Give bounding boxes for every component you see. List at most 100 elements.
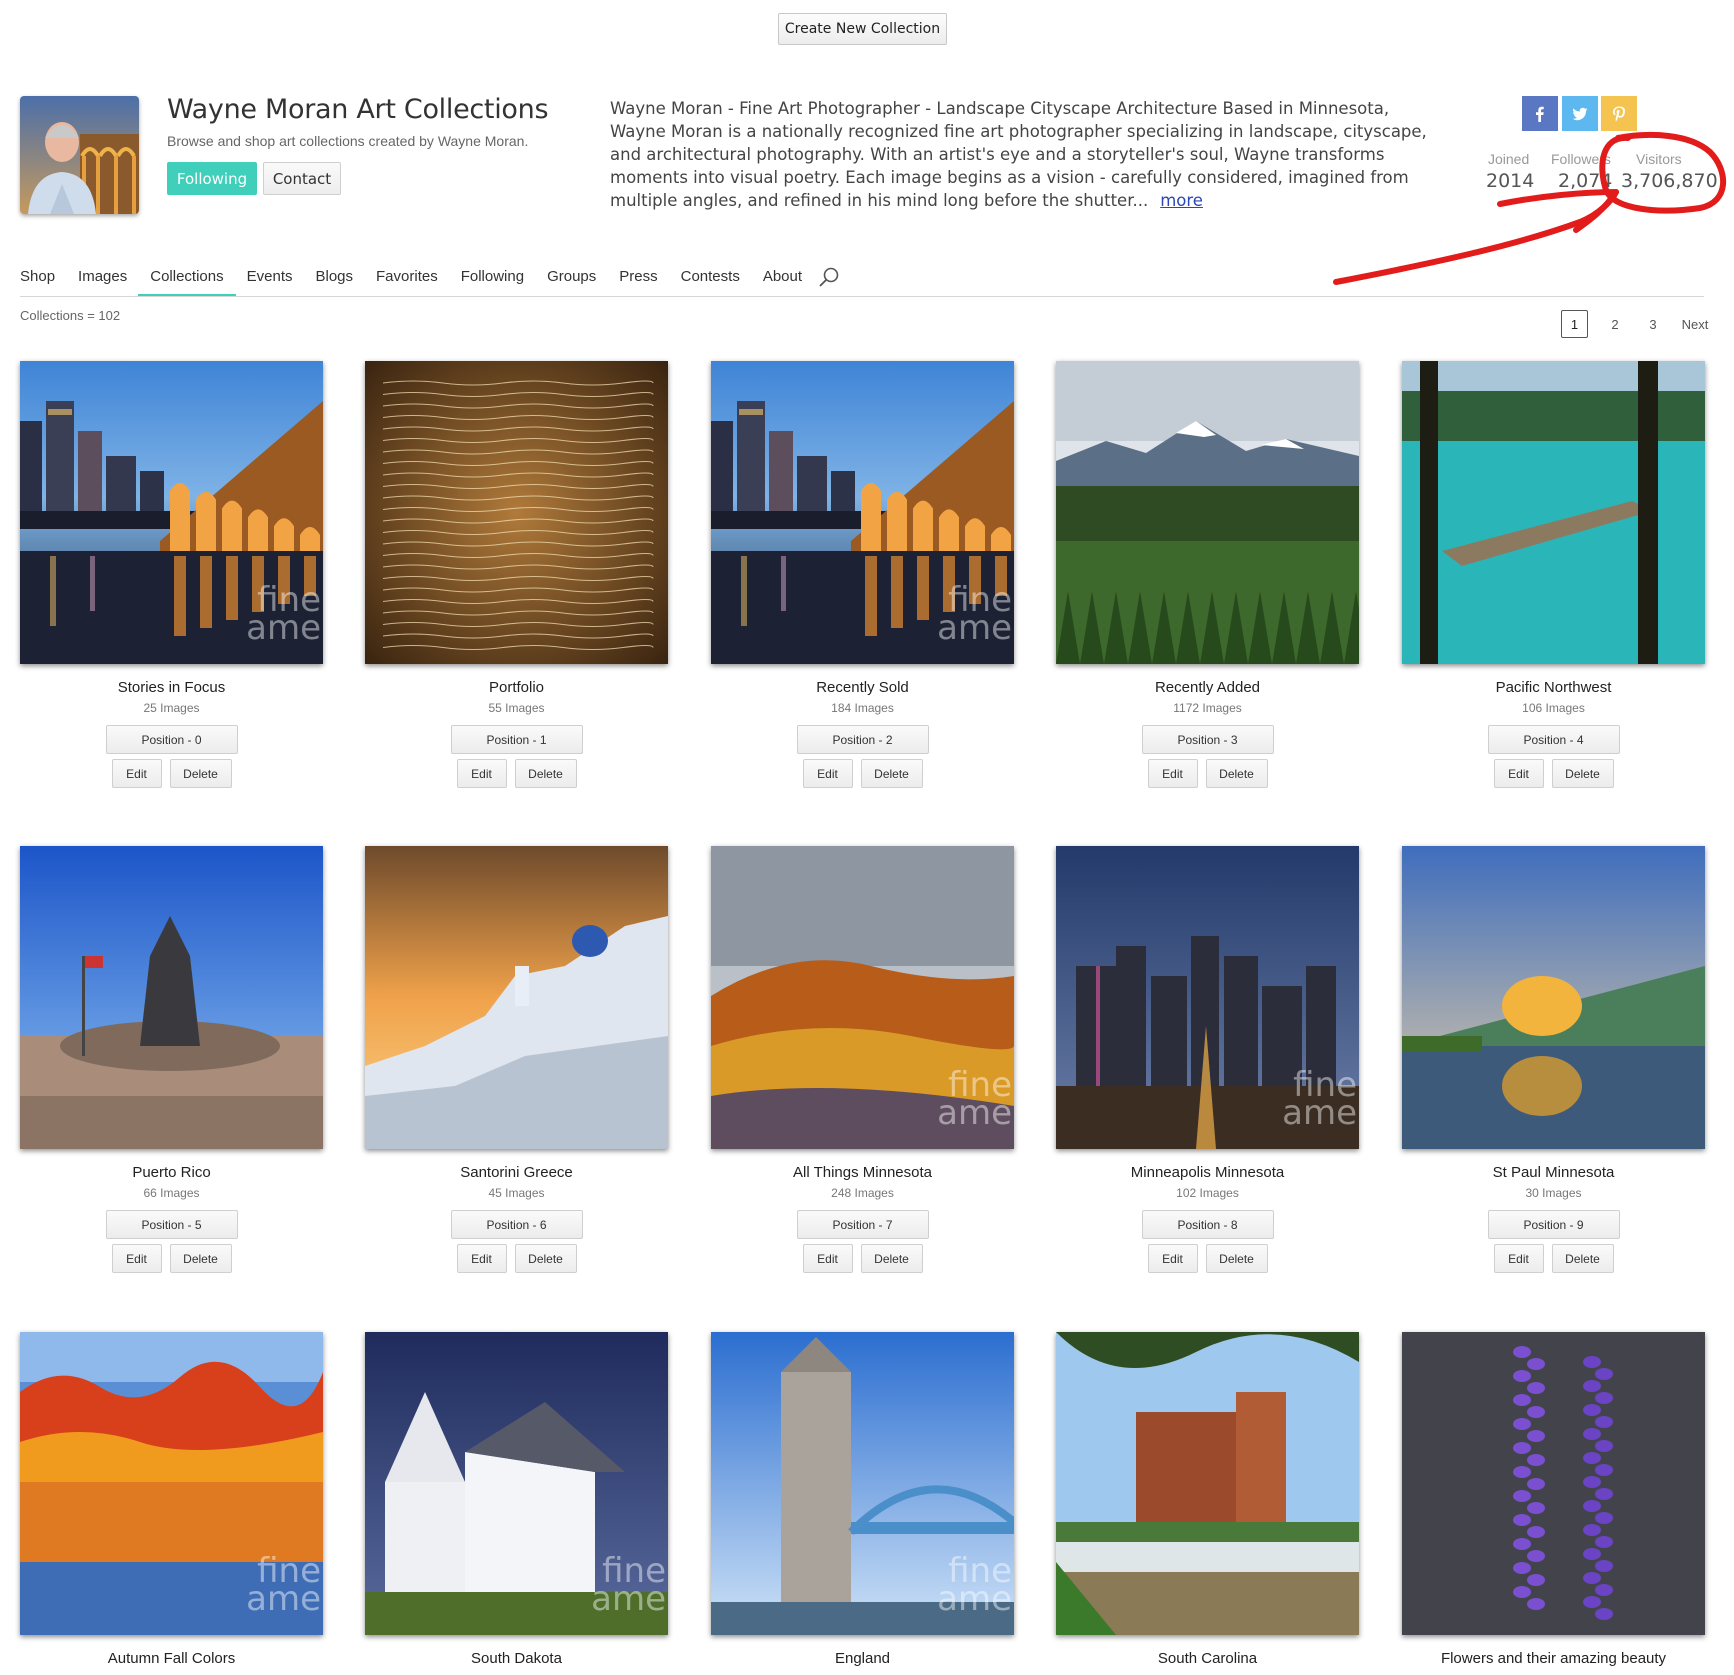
collection-thumbnail[interactable] [1056, 361, 1359, 664]
edit-button[interactable]: Edit [456, 1244, 507, 1273]
position-button[interactable]: Position - 3 [1141, 725, 1274, 754]
nav-item-press[interactable]: Press [619, 262, 657, 296]
collection-card: fine ame Recently Sold 184 Images Position -… [711, 361, 1014, 788]
position-button[interactable]: Position - 5 [105, 1210, 238, 1239]
collection-title[interactable]: Stories in Focus [20, 679, 323, 696]
collection-thumbnail[interactable] [1402, 361, 1705, 664]
collection-title[interactable]: Portfolio [365, 679, 668, 696]
delete-button[interactable]: Delete [514, 759, 577, 788]
collection-card: fine ame South Dakota [365, 1332, 668, 1667]
create-new-collection-button[interactable]: Create New Collection [778, 13, 947, 45]
position-button[interactable]: Position - 9 [1487, 1210, 1620, 1239]
page-3-link[interactable]: 3 [1643, 310, 1663, 338]
collection-card: South Carolina [1056, 1332, 1359, 1667]
edit-button[interactable]: Edit [111, 759, 162, 788]
delete-button[interactable]: Delete [1551, 1244, 1614, 1273]
delete-button[interactable]: Delete [860, 1244, 923, 1273]
edit-button[interactable]: Edit [802, 759, 853, 788]
collection-thumbnail[interactable] [365, 846, 668, 1149]
collection-thumbnail[interactable]: fine ame [711, 1332, 1014, 1635]
collection-title[interactable]: St Paul Minnesota [1402, 1164, 1705, 1181]
edit-button[interactable]: Edit [1147, 1244, 1198, 1273]
edit-button[interactable]: Edit [1493, 1244, 1544, 1273]
nav-item-groups[interactable]: Groups [547, 262, 596, 296]
position-button[interactable]: Position - 8 [1141, 1210, 1274, 1239]
nav-item-collections[interactable]: Collections [138, 262, 237, 297]
collection-title[interactable]: Pacific Northwest [1402, 679, 1705, 696]
next-page-link[interactable]: Next [1675, 310, 1715, 338]
position-button[interactable]: Position - 0 [105, 725, 238, 754]
page-1-link[interactable]: 1 [1561, 310, 1588, 338]
collection-image-count: 66 Images [143, 1186, 200, 1200]
collection-thumbnail[interactable] [1056, 1332, 1359, 1635]
delete-button[interactable]: Delete [169, 1244, 232, 1273]
position-button[interactable]: Position - 2 [796, 725, 929, 754]
followers-label[interactable]: Followers [1551, 151, 1611, 167]
position-button[interactable]: Position - 6 [450, 1210, 583, 1239]
collection-thumbnail[interactable]: fine ame [711, 846, 1014, 1149]
page-2-link[interactable]: 2 [1605, 310, 1625, 338]
delete-button[interactable]: Delete [1551, 759, 1614, 788]
collection-thumbnail[interactable] [365, 361, 668, 664]
position-button[interactable]: Position - 4 [1487, 725, 1620, 754]
collection-title[interactable]: Flowers and their amazing beauty [1402, 1650, 1705, 1667]
followers-value[interactable]: 2,074 [1558, 170, 1612, 192]
delete-button[interactable]: Delete [860, 759, 923, 788]
nav-item-blogs[interactable]: Blogs [315, 262, 353, 296]
collection-title[interactable]: Recently Sold [711, 679, 1014, 696]
collection-title[interactable]: Recently Added [1056, 679, 1359, 696]
profile-title: Wayne Moran Art Collections [167, 94, 549, 125]
nav-divider [20, 296, 1704, 297]
collection-thumbnail[interactable]: fine ame [1056, 846, 1359, 1149]
nav-item-shop[interactable]: Shop [20, 262, 55, 296]
collection-title[interactable]: Autumn Fall Colors [20, 1650, 323, 1667]
collection-title[interactable]: Puerto Rico [20, 1164, 323, 1181]
nav-item-contests[interactable]: Contests [681, 262, 740, 296]
card-actions: Edit Delete [711, 759, 1014, 788]
edit-button[interactable]: Edit [456, 759, 507, 788]
collection-title[interactable]: England [711, 1650, 1014, 1667]
collection-thumbnail[interactable]: fine ame [20, 1332, 323, 1635]
edit-button[interactable]: Edit [802, 1244, 853, 1273]
profile-avatar[interactable] [20, 96, 139, 214]
card-actions: Edit Delete [365, 1244, 668, 1273]
collection-title[interactable]: Minneapolis Minnesota [1056, 1164, 1359, 1181]
collection-title[interactable]: All Things Minnesota [711, 1164, 1014, 1181]
search-icon[interactable] [818, 266, 840, 288]
twitter-icon [1572, 107, 1588, 120]
edit-button[interactable]: Edit [111, 1244, 162, 1273]
facebook-icon [1536, 106, 1544, 122]
watermark: fine ame [246, 580, 321, 648]
edit-button[interactable]: Edit [1493, 759, 1544, 788]
visitors-value: 3,706,870 [1621, 170, 1718, 192]
delete-button[interactable]: Delete [514, 1244, 577, 1273]
nav-item-favorites[interactable]: Favorites [376, 262, 438, 296]
collection-thumbnail[interactable] [1402, 1332, 1705, 1635]
collection-card: fine ame Minneapolis Minnesota 102 Images Po… [1056, 846, 1359, 1273]
collection-thumbnail[interactable] [20, 846, 323, 1149]
following-button[interactable]: Following [167, 162, 257, 195]
pinterest-share-button[interactable] [1601, 96, 1637, 131]
card-actions: Edit Delete [1056, 759, 1359, 788]
collection-title[interactable]: South Carolina [1056, 1650, 1359, 1667]
facebook-share-button[interactable] [1522, 96, 1558, 131]
position-button[interactable]: Position - 7 [796, 1210, 929, 1239]
position-button[interactable]: Position - 1 [450, 725, 583, 754]
contact-button[interactable]: Contact [263, 162, 341, 195]
edit-button[interactable]: Edit [1147, 759, 1198, 788]
collection-thumbnail[interactable]: fine ame [365, 1332, 668, 1635]
nav-item-about[interactable]: About [763, 262, 802, 296]
delete-button[interactable]: Delete [1205, 1244, 1268, 1273]
nav-item-events[interactable]: Events [247, 262, 293, 296]
delete-button[interactable]: Delete [1205, 759, 1268, 788]
more-link[interactable]: more [1160, 191, 1203, 210]
collection-thumbnail[interactable]: fine ame [711, 361, 1014, 664]
nav-item-following[interactable]: Following [461, 262, 524, 296]
collection-thumbnail[interactable]: fine ame [20, 361, 323, 664]
collection-title[interactable]: Santorini Greece [365, 1164, 668, 1181]
nav-item-images[interactable]: Images [78, 262, 127, 296]
twitter-share-button[interactable] [1562, 96, 1598, 131]
delete-button[interactable]: Delete [169, 759, 232, 788]
collection-thumbnail[interactable] [1402, 846, 1705, 1149]
collection-title[interactable]: South Dakota [365, 1650, 668, 1667]
